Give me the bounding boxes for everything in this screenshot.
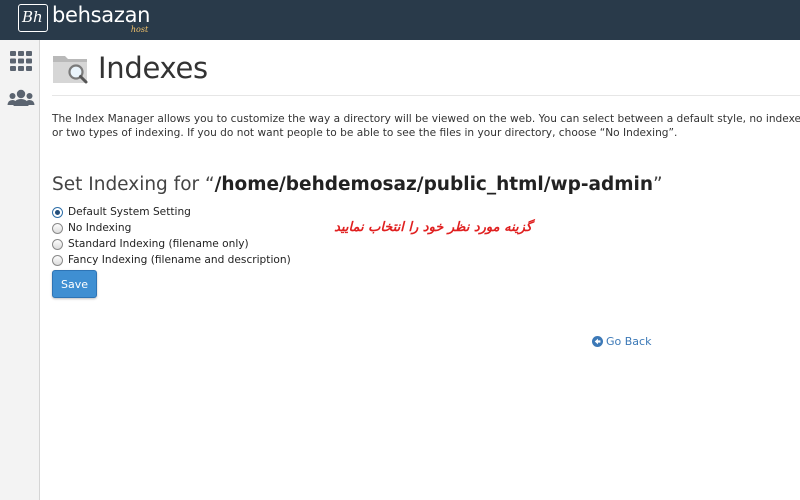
- radio-default[interactable]: [52, 206, 63, 218]
- open-quote: “: [205, 174, 215, 195]
- indexing-options: Default System Setting No Indexing Stand…: [52, 204, 291, 268]
- logo-mark-text: Bh: [22, 8, 43, 26]
- option-no-indexing[interactable]: No Indexing: [52, 220, 291, 236]
- page-title: Indexes: [98, 51, 208, 85]
- header-divider: [52, 95, 800, 96]
- close-quote: ”: [653, 174, 663, 195]
- users-icon[interactable]: [7, 88, 35, 110]
- main-content: Indexes The Index Manager allows you to …: [52, 40, 800, 500]
- set-indexing-label: Set Indexing for: [52, 174, 205, 195]
- radio-no-indexing[interactable]: [52, 222, 63, 234]
- page-header: Indexes: [52, 48, 208, 88]
- go-back-label[interactable]: Go Back: [606, 335, 651, 348]
- logo-mark: Bh: [18, 4, 48, 32]
- logo-subtitle: host: [130, 25, 149, 34]
- option-label[interactable]: No Indexing: [68, 222, 131, 234]
- annotation-note: گزینه مورد نظر خود را انتخاب نمایید: [334, 220, 532, 235]
- option-fancy-indexing[interactable]: Fancy Indexing (filename and description…: [52, 252, 291, 268]
- logo-name: behsazan: [52, 3, 151, 27]
- option-standard-indexing[interactable]: Standard Indexing (filename only): [52, 236, 291, 252]
- sidebar: [0, 40, 40, 500]
- go-back-link[interactable]: Go Back: [592, 335, 651, 348]
- option-default-system-setting[interactable]: Default System Setting: [52, 204, 291, 220]
- brand-logo[interactable]: Bh behsazan host: [18, 3, 150, 37]
- logo-wordmark: behsazan host: [52, 3, 151, 34]
- radio-fancy-indexing[interactable]: [52, 254, 63, 266]
- page-description: The Index Manager allows you to customiz…: [52, 113, 800, 139]
- option-label[interactable]: Standard Indexing (filename only): [68, 238, 249, 250]
- directory-path: /home/behdemosaz/public_html/wp-admin: [214, 174, 654, 195]
- grid-apps-icon[interactable]: [9, 50, 33, 72]
- arrow-left-circle-icon: [592, 336, 603, 347]
- folder-search-icon: [53, 56, 88, 84]
- option-label[interactable]: Fancy Indexing (filename and description…: [68, 254, 291, 266]
- set-indexing-heading: Set Indexing for “/home/behdemosaz/publi…: [52, 173, 663, 197]
- option-label[interactable]: Default System Setting: [68, 206, 191, 218]
- top-navbar: Bh behsazan host: [0, 0, 800, 40]
- save-button[interactable]: Save: [52, 270, 97, 298]
- radio-standard-indexing[interactable]: [52, 238, 63, 250]
